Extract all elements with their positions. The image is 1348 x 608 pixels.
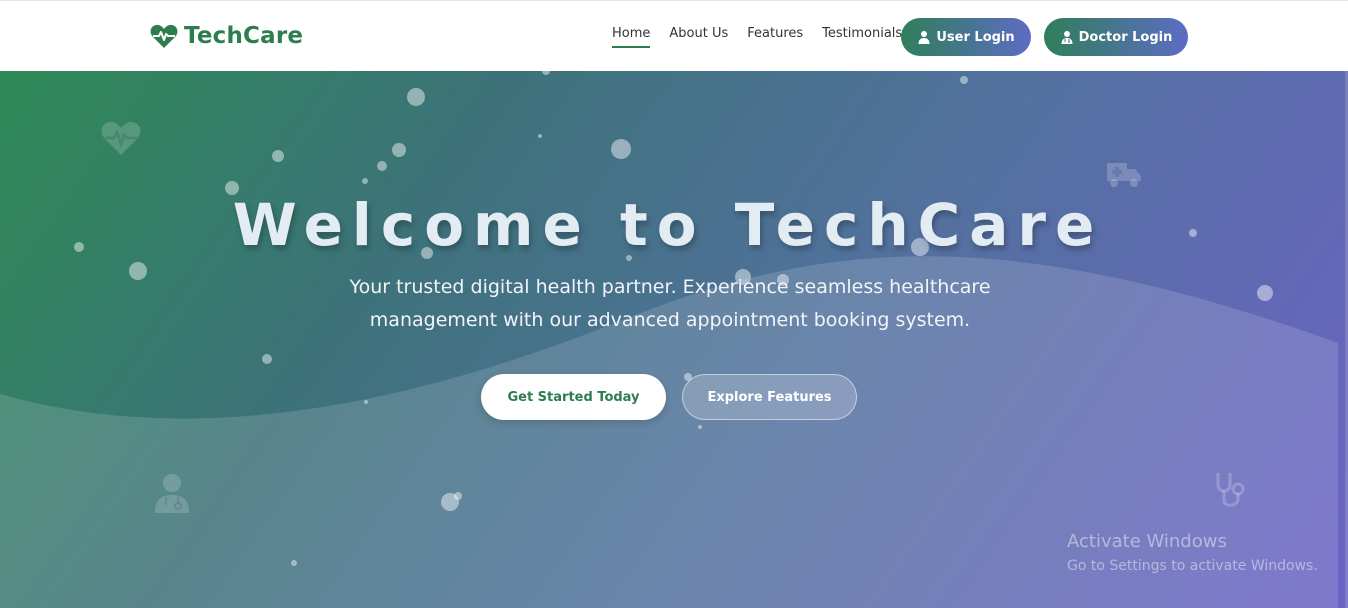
watermark-subtitle: Go to Settings to activate Windows. [1067,558,1318,574]
stethoscope-icon [1216,473,1245,507]
heart-pulse-icon [150,24,178,48]
hero-section: Welcome to TechCare Your trusted digital… [0,71,1348,608]
hero-title: Welcome to TechCare [232,191,1104,259]
user-login-label: User Login [936,29,1015,45]
doctor-login-button[interactable]: Doctor Login [1044,18,1188,56]
top-navbar: TechCare Home About Us Features Testimon… [0,0,1348,71]
ambulance-icon [1107,163,1141,187]
user-icon [918,31,930,44]
heart-pulse-icon [101,121,141,155]
nav-link-features[interactable]: Features [747,26,803,48]
brand-logo[interactable]: TechCare [150,23,303,49]
hero-subtitle: Your trusted digital health partner. Exp… [349,276,991,331]
hero-background [0,71,1338,608]
nav-link-testimonials[interactable]: Testimonials [822,26,902,48]
doctor-icon [1061,31,1073,44]
doctor-login-label: Doctor Login [1078,29,1173,45]
doctor-icon [155,474,189,513]
user-login-button[interactable]: User Login [901,18,1031,56]
nav-link-home[interactable]: Home [612,26,651,48]
watermark-title: Activate Windows [1067,531,1227,552]
nav-links: Home About Us Features Testimonials [612,26,921,48]
activate-windows-watermark: Activate Windows Go to Settings to activ… [1067,531,1318,574]
brand-name: TechCare [184,23,304,49]
explore-features-button[interactable]: Explore Features [682,374,857,420]
nav-link-about-us[interactable]: About Us [669,26,728,48]
get-started-button[interactable]: Get Started Today [481,374,666,420]
